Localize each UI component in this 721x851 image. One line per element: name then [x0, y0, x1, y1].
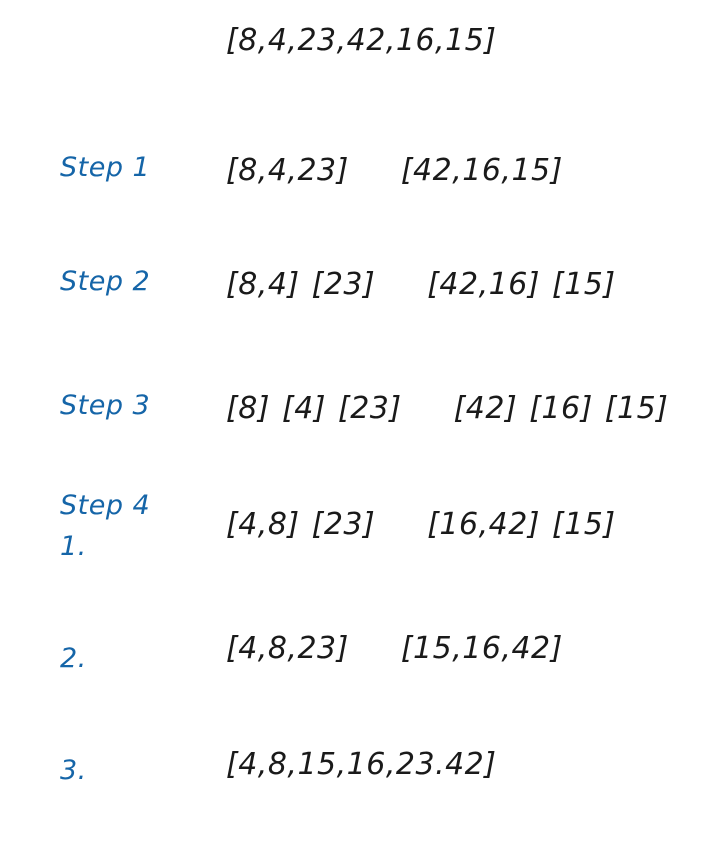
left-group: [8] [4] [23] [226, 392, 402, 426]
array-item: [15] [552, 507, 616, 542]
left-group: [8,4] [23] [226, 268, 375, 302]
left-group: [8,4,23] [226, 154, 349, 188]
array-item: [42,16] [427, 267, 541, 302]
right-group: [16,42] [15] [427, 508, 615, 542]
array-item: [4,8,23] [226, 631, 349, 666]
array-item: [23] [338, 391, 402, 426]
step-1-label: Step 1 [60, 152, 151, 183]
array-item: [4] [282, 391, 326, 426]
left-group: [4,8,23] [226, 632, 349, 666]
left-group: [4,8] [23] [226, 508, 375, 542]
array-item: [23] [311, 267, 376, 302]
merge-sort-diagram: [8,4,23,42,16,15] Step 1 [8,4,23] [42,16,… [0, 0, 721, 851]
array-item: [23] [311, 507, 376, 542]
array-item: [15] [552, 267, 616, 302]
array-item: [16,42] [427, 507, 541, 542]
array-item: [8,4] [226, 267, 300, 302]
step-2-label: Step 2 [60, 266, 151, 297]
array-item: [15,16,42] [400, 631, 563, 666]
input-array: [8,4,23,42,16,15] [226, 23, 497, 58]
array-item: [42] [453, 391, 518, 426]
merged-group: [4,8,15,16,23.42] [226, 748, 496, 782]
right-group: [42] [16] [15] [454, 392, 669, 426]
array-item: [15] [604, 391, 669, 426]
step-3-arrays: [8] [4] [23] [42] [16] [15] [226, 392, 668, 426]
array-item: [4,8,15,16,23.42] [226, 747, 497, 782]
step-4-label: Step 4 [60, 490, 151, 521]
right-group: [15,16,42] [401, 632, 563, 666]
array-item: [4,8] [226, 507, 300, 542]
array-item: [8] [226, 391, 270, 426]
step-4-substep-2-label: 2. [60, 643, 87, 674]
array-item: [16] [529, 391, 593, 426]
step-4-substep-2-arrays: [4,8,23] [15,16,42] [226, 632, 563, 666]
step-3-label: Step 3 [60, 390, 151, 421]
step-4-substep-1-label: 1. [60, 531, 87, 562]
step-1-arrays: [8,4,23] [42,16,15] [226, 154, 563, 188]
right-group: [42,16] [15] [427, 268, 615, 302]
right-group: [42,16,15] [401, 154, 563, 188]
array-item: [42,16,15] [400, 153, 563, 188]
step-4-substep-1-arrays: [4,8] [23] [16,42] [15] [226, 508, 616, 542]
step-4-substep-3-label: 3. [60, 755, 87, 786]
step-4-substep-3-arrays: [4,8,15,16,23.42] [226, 748, 496, 782]
step-2-arrays: [8,4] [23] [42,16] [15] [226, 268, 616, 302]
array-item: [8,4,23] [226, 153, 349, 188]
